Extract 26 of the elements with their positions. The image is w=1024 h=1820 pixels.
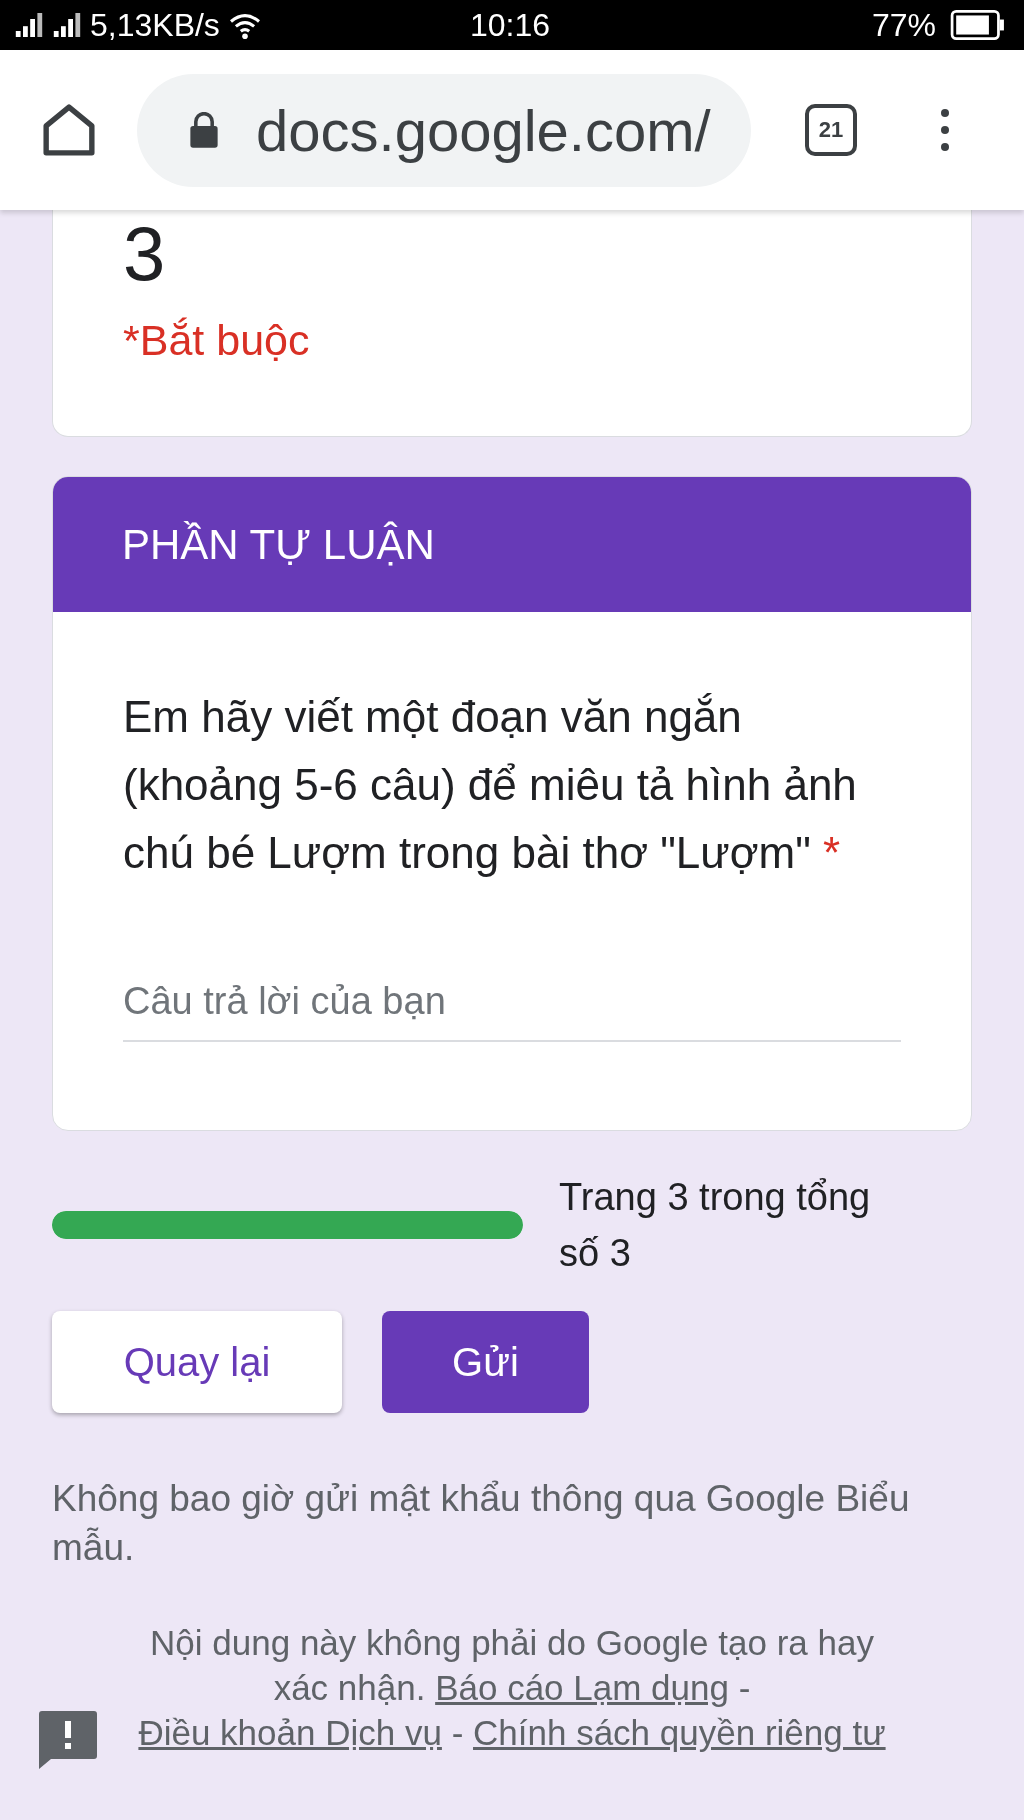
signal-icon	[52, 13, 82, 37]
form-title: 3	[123, 214, 167, 294]
password-warning: Không bao giờ gửi mật khẩu thông qua Google Biểu mẫu.	[52, 1477, 911, 1570]
wifi-icon	[227, 11, 262, 39]
clock: 10:16	[469, 6, 551, 45]
footer-link[interactable]: Điều khoản Dịch vụ	[138, 1713, 442, 1752]
footer-disclaimer: Nội dung này không phải do Google tạo ra hay xác nhận. Báo cáo Lạm dụng - Điều khoản Dịch vụ - Chính sách quyền riêng tư	[137, 1622, 887, 1754]
feedback-icon[interactable]	[39, 1711, 97, 1769]
back-button[interactable]: Quay lại	[52, 1311, 342, 1413]
address-bar[interactable]: docs.google.com/	[137, 73, 751, 187]
section-header: PHẦN TỰ LUẬN	[53, 477, 971, 612]
page-indicator: Trang 3 trong tổng số 3	[559, 1175, 872, 1276]
home-icon[interactable]	[42, 103, 96, 157]
required-note: *Bắt buộc	[123, 315, 311, 366]
answer-field[interactable]: Câu trả lời của bạn	[123, 972, 901, 1042]
more-options-icon[interactable]	[941, 109, 949, 151]
footer-link[interactable]: Chính sách quyền riêng tư	[473, 1713, 886, 1752]
footer-link[interactable]: Báo cáo Lạm dụng	[435, 1668, 729, 1707]
question-text: Em hãy viết một đoạn văn ngắn (khoảng 5-6 câu) để miêu tả hình ảnh chú bé Lượm trong bài thơ "Lượm" *	[123, 691, 858, 879]
lock-icon	[189, 112, 219, 148]
tab-switcher-button[interactable]: 21	[805, 104, 857, 156]
signal-icon	[14, 13, 44, 37]
battery-percent: 77%	[871, 6, 936, 45]
submit-button[interactable]: Gửi	[382, 1311, 589, 1413]
battery-icon	[950, 10, 1006, 40]
network-speed: 5,13KB/s	[90, 6, 220, 45]
